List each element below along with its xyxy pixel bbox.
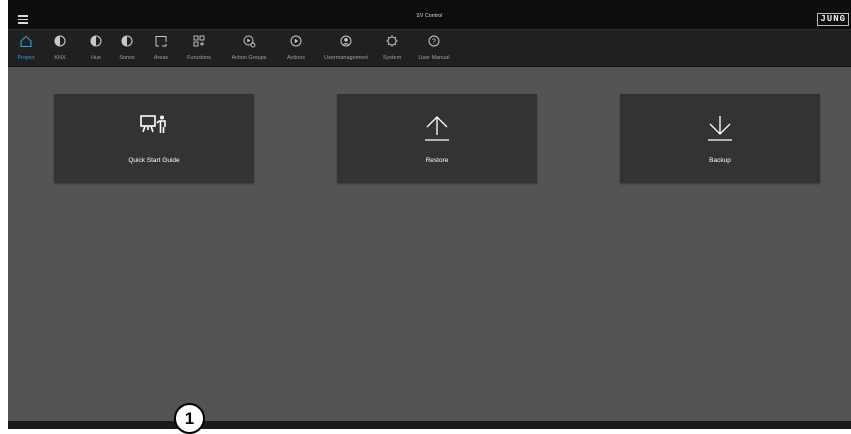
svg-text:?: ? bbox=[432, 39, 436, 46]
nav-item-system[interactable]: System bbox=[377, 34, 407, 64]
help-circle-icon: ? bbox=[428, 35, 440, 47]
half-circle-icon bbox=[54, 35, 66, 47]
nav-label: User Manual bbox=[418, 55, 450, 61]
nav-item-project[interactable]: Project bbox=[11, 34, 41, 64]
title-bar: SV Control JUNG bbox=[8, 0, 851, 30]
user-circle-icon bbox=[340, 35, 352, 47]
areas-icon bbox=[155, 36, 167, 47]
half-circle-icon bbox=[90, 35, 102, 47]
action-groups-icon bbox=[243, 35, 256, 48]
nav-item-functions[interactable]: Functions bbox=[180, 34, 218, 64]
nav-item-actions[interactable]: Actions bbox=[280, 34, 312, 64]
tile-label: Quick Start Guide bbox=[128, 157, 180, 164]
nav-item-knx[interactable]: KNX bbox=[46, 34, 74, 64]
nav-label: KNX bbox=[54, 55, 66, 61]
app-window: SV Control JUNG Project KNX Hue Sonos Ar… bbox=[8, 0, 851, 429]
app-title: SV Control bbox=[416, 13, 443, 19]
nav-label: System bbox=[382, 55, 402, 61]
nav-item-areas[interactable]: Areas bbox=[147, 34, 175, 64]
nav-item-action-groups[interactable]: Action Groups bbox=[224, 34, 274, 64]
nav-item-sonos[interactable]: Sonos bbox=[112, 34, 142, 64]
upload-arrow-icon bbox=[425, 116, 449, 141]
download-arrow-icon bbox=[708, 116, 732, 141]
presentation-icon bbox=[140, 115, 166, 133]
play-circle-icon bbox=[290, 35, 302, 47]
bottom-bar bbox=[8, 421, 851, 429]
callout-marker: 1 bbox=[174, 403, 205, 434]
brand-logo: JUNG bbox=[817, 13, 849, 26]
nav-item-hue[interactable]: Hue bbox=[82, 34, 110, 64]
nav-label: Action Groups bbox=[231, 55, 267, 61]
nav-label: Areas bbox=[153, 55, 169, 61]
system-gear-icon bbox=[386, 35, 398, 47]
nav-label: Project bbox=[17, 55, 35, 61]
main-nav: Project KNX Hue Sonos Areas Functions Ac… bbox=[8, 30, 851, 67]
backup-tile[interactable]: Backup bbox=[620, 94, 820, 183]
nav-label: Actions bbox=[286, 55, 306, 61]
half-circle-icon bbox=[121, 35, 133, 47]
nav-label: Functions bbox=[187, 55, 211, 61]
tile-label: Restore bbox=[425, 157, 449, 164]
tile-label: Backup bbox=[709, 157, 731, 164]
nav-label: Hue bbox=[90, 55, 102, 61]
quick-start-guide-tile[interactable]: Quick Start Guide bbox=[54, 94, 254, 183]
nav-label: Sonos bbox=[119, 55, 135, 61]
nav-item-usermanagement[interactable]: Usermanagement bbox=[317, 34, 375, 64]
nav-item-user-manual[interactable]: ? User Manual bbox=[412, 34, 456, 64]
home-icon bbox=[20, 35, 32, 48]
functions-grid-icon bbox=[193, 35, 205, 47]
restore-tile[interactable]: Restore bbox=[337, 94, 537, 183]
nav-label: Usermanagement bbox=[324, 55, 368, 61]
